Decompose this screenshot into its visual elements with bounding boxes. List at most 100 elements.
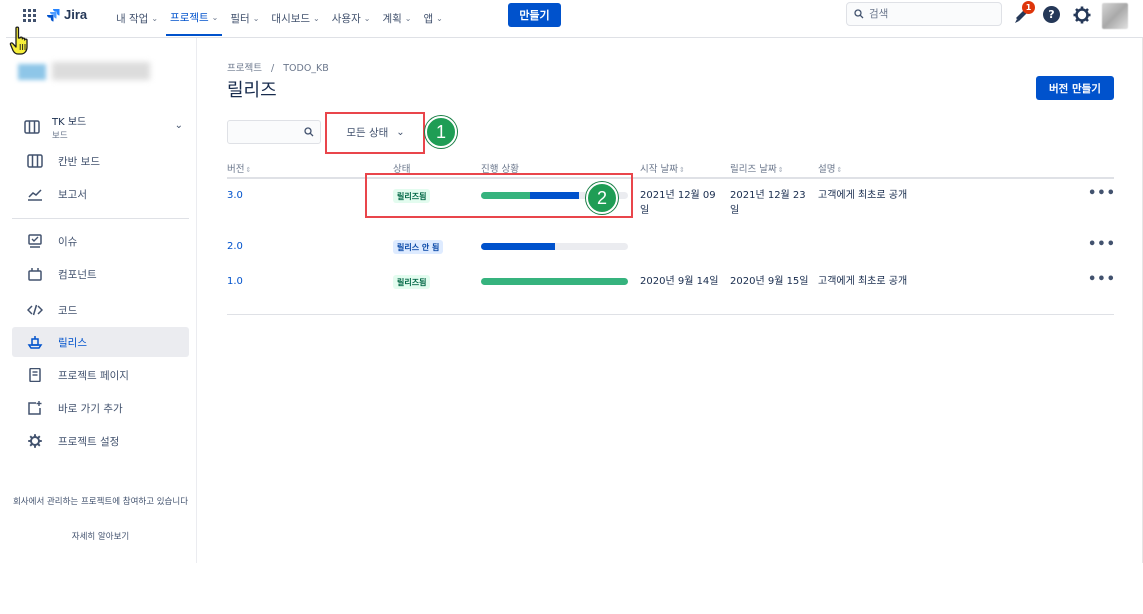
kanban-icon [24, 154, 46, 168]
column-header-version[interactable]: 버전⇕ [227, 161, 251, 175]
board-subtitle: 보드 [52, 131, 68, 141]
notifications-button[interactable]: 1 [1011, 1, 1035, 26]
version-link[interactable]: 1.0 [227, 274, 243, 289]
board-icon [24, 120, 40, 134]
sidebar-item-add-shortcut[interactable]: 바로 가기 추가 [12, 393, 189, 423]
sidebar-item-label: 칸반 보드 [58, 155, 100, 168]
board-title: TK 보드 [52, 117, 87, 128]
nav-apps[interactable]: 앱 ⌄ [419, 0, 446, 36]
search-icon [304, 127, 314, 137]
settings-icon [24, 433, 46, 449]
column-header-start-date[interactable]: 시작 날짜⇕ [640, 161, 685, 175]
start-date: 2020년 9월 14일 [640, 276, 719, 287]
sort-icon: ⇕ [836, 166, 843, 174]
breadcrumb-separator: / [271, 63, 275, 74]
sidebar-item-kanban-board[interactable]: 칸반 보드 [12, 146, 189, 176]
settings-gear-icon[interactable] [1072, 5, 1092, 25]
column-label: 시작 날짜 [640, 164, 678, 175]
nav-plans[interactable]: 계획 ⌄ [378, 0, 415, 36]
background [0, 563, 1143, 614]
board-selector[interactable]: TK 보드 보드 ⌄ [12, 108, 189, 146]
chevron-down-icon: ⌄ [363, 13, 371, 23]
sidebar-item-project-settings[interactable]: 프로젝트 설정 [12, 426, 189, 456]
nav-label: 계획 [382, 12, 402, 25]
search-input[interactable] [869, 8, 989, 20]
top-navigation: Jira 내 작업 ⌄ 프로젝트 ⌄ 필터 ⌄ 대시보드 ⌄ 사용자 ⌄ 계획 ⌄ 앱 ⌄ 만… [6, 0, 1143, 38]
project-sidebar: TK 보드 보드 ⌄ 칸반 보드 보고서 이슈 컴포넌트 코드 릴리스 프로젝트… [6, 38, 197, 563]
nav-label: 필터 [230, 12, 250, 25]
sort-icon: ⇕ [245, 166, 252, 174]
create-version-button[interactable]: 버전 만들기 [1036, 76, 1114, 100]
jira-logo-icon [47, 8, 60, 21]
chevron-down-icon: ⌄ [313, 13, 320, 23]
sidebar-item-code[interactable]: 코드 [12, 295, 189, 325]
step-marker-2: 2 [586, 182, 618, 214]
column-label: 설명 [818, 164, 836, 175]
table-bottom-divider [227, 314, 1114, 315]
nav-dashboards[interactable]: 대시보드 ⌄ [267, 0, 323, 36]
column-header-release-date[interactable]: 릴리즈 날짜⇕ [730, 161, 784, 175]
report-icon [24, 187, 46, 201]
page-title: 릴리즈 [227, 80, 277, 101]
column-header-description[interactable]: 설명⇕ [818, 161, 842, 175]
breadcrumb-projects[interactable]: 프로젝트 [227, 63, 262, 74]
more-actions-button[interactable]: ••• [1088, 237, 1116, 252]
project-name-blurred [52, 62, 150, 80]
more-actions-button[interactable]: ••• [1088, 272, 1116, 287]
column-label: 릴리즈 날짜 [730, 164, 777, 175]
status-badge: 릴리스 안 됨 [393, 240, 444, 254]
sidebar-item-label: 보고서 [58, 188, 87, 201]
sidebar-item-project-pages[interactable]: 프로젝트 페이지 [12, 360, 189, 390]
create-button[interactable]: 만들기 [508, 3, 561, 27]
chevron-down-icon: ⌄ [151, 13, 159, 23]
nav-label: 내 작업 [116, 12, 149, 25]
version-description: 고객에게 최초로 공개 [818, 276, 908, 287]
release-icon [24, 335, 46, 349]
nav-filters[interactable]: 필터 ⌄ [226, 0, 263, 36]
sidebar-item-label: 프로젝트 페이지 [58, 369, 129, 382]
version-search-input[interactable] [232, 124, 298, 135]
jira-logo[interactable]: Jira [46, 7, 87, 22]
sidebar-item-issues[interactable]: 이슈 [12, 226, 189, 256]
sidebar-item-label: 바로 가기 추가 [58, 402, 123, 415]
sidebar-item-label: 프로젝트 설정 [58, 435, 120, 448]
version-search-box[interactable] [227, 120, 321, 144]
progress-done [481, 278, 628, 285]
nav-label: 사용자 [331, 12, 361, 25]
add-shortcut-icon [24, 401, 46, 415]
help-icon[interactable]: ? [1043, 6, 1060, 23]
version-link[interactable]: 2.0 [227, 239, 243, 254]
nav-my-work[interactable]: 내 작업 ⌄ [112, 0, 162, 36]
step-marker-1: 1 [425, 116, 457, 148]
component-icon [24, 267, 46, 281]
sidebar-item-label: 릴리스 [58, 336, 87, 349]
notification-badge: 1 [1022, 1, 1035, 14]
breadcrumb-project[interactable]: TODO_KB [283, 63, 329, 74]
highlight-box-status-filter [325, 112, 425, 154]
nav-menu: 내 작업 ⌄ 프로젝트 ⌄ 필터 ⌄ 대시보드 ⌄ 사용자 ⌄ 계획 ⌄ 앱 ⌄ [112, 0, 451, 38]
sidebar-item-releases[interactable]: 릴리스 [12, 327, 189, 357]
start-date: 2021년 12월 09일 [640, 190, 716, 216]
sidebar-item-components[interactable]: 컴포넌트 [12, 259, 189, 289]
chevron-down-icon: ⌄ [404, 13, 412, 23]
nav-projects[interactable]: 프로젝트 ⌄ [166, 0, 223, 36]
sidebar-footer-text: 회사에서 관리하는 프로젝트에 참여하고 있습니다 [12, 497, 189, 507]
release-date: 2021년 12월 23일 [730, 190, 806, 216]
page-icon [24, 368, 46, 382]
learn-more-link[interactable]: 자세히 알아보기 [12, 530, 189, 542]
progress-bar [481, 243, 628, 250]
nav-people[interactable]: 사용자 ⌄ [328, 0, 375, 36]
app-switcher-icon[interactable] [23, 9, 37, 23]
project-header[interactable] [18, 60, 158, 86]
user-avatar[interactable] [1102, 3, 1128, 29]
sidebar-item-label: 컴포넌트 [58, 268, 97, 281]
table-header-divider [227, 177, 1114, 179]
chevron-down-icon: ⌄ [436, 13, 443, 23]
search-box[interactable] [846, 2, 1002, 26]
nav-label: 대시보드 [271, 12, 311, 25]
jira-logo-text: Jira [64, 7, 88, 22]
issue-icon [24, 234, 46, 248]
version-link[interactable]: 3.0 [227, 188, 243, 203]
sidebar-item-reports[interactable]: 보고서 [12, 179, 189, 209]
more-actions-button[interactable]: ••• [1088, 186, 1116, 201]
